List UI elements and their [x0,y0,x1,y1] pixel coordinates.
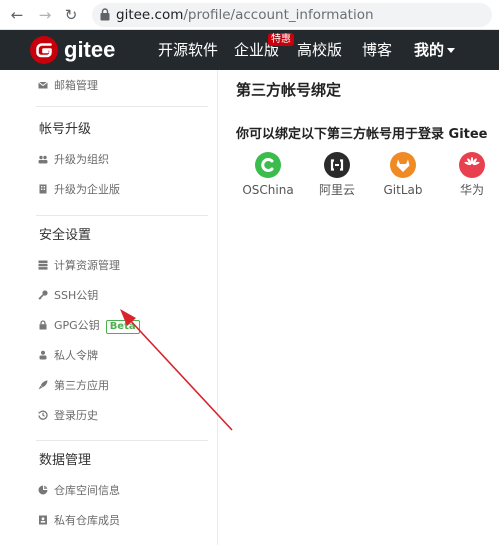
reload-icon[interactable]: ↻ [62,6,80,24]
sidebar-item-label: GPG公钥 [54,319,100,332]
building-icon [39,184,47,194]
url-path: /profile/account_information [183,7,374,23]
divider [36,440,208,441]
sidebar-item-private-token[interactable]: 私人令牌 [38,347,98,365]
sidebar-item-upgrade-org[interactable]: 升级为组织 [38,151,109,169]
url-host: gitee.com [116,7,184,23]
section-heading-data: 数据管理 [39,453,92,468]
sidebar-item-compute-resources[interactable]: 计算资源管理 [38,257,120,275]
sidebar-item-label: 升级为企业版 [54,183,120,196]
bind-description: 你可以绑定以下第三方帐号用于登录 Gitee [236,127,488,142]
envelope-icon [38,81,48,89]
history-icon [38,410,48,420]
provider-aliyun[interactable]: 阿里云 [307,152,367,198]
browser-toolbar: ← → ↻ gitee.com/profile/account_informat… [0,0,499,30]
site-header: gitee 开源软件 企业版 特惠 高校版 博客 我的 [0,30,499,70]
sidebar-item-repo-space[interactable]: 仓库空间信息 [38,482,120,500]
provider-name: OSChina [242,183,294,197]
sidebar-item-label: SSH公钥 [54,289,99,302]
sidebar-item-upgrade-enterprise[interactable]: 升级为企业版 [38,181,120,199]
arrow-left-icon[interactable]: ← [8,6,26,24]
provider-name: 华为 [459,183,484,197]
sidebar-item-label: 升级为组织 [54,153,109,166]
provider-oschina[interactable]: OSChina [238,152,298,198]
settings-sidebar: 邮箱管理 帐号升级 升级为组织 升级为企业版 安全设置 计算资源管理 SSH公钥… [28,70,218,545]
users-icon [38,155,48,164]
sidebar-item-email[interactable]: 邮箱管理 [38,77,98,95]
gitee-logo-icon[interactable] [30,36,58,64]
chevron-down-icon [447,48,456,53]
section-heading-security: 安全设置 [39,228,92,243]
nav-me-menu[interactable]: 我的 [414,40,456,60]
gitlab-icon [390,152,416,178]
sidebar-item-label: 登录历史 [54,409,98,422]
address-bar[interactable]: gitee.com/profile/account_information [92,3,492,27]
sidebar-item-private-repo-members[interactable]: 私有仓库成员 [38,512,120,530]
nav-opensource[interactable]: 开源软件 [158,40,218,60]
divider [36,106,208,107]
nav-blog[interactable]: 博客 [362,40,392,60]
section-heading-upgrade: 帐号升级 [39,122,92,137]
divider [36,215,208,216]
id-card-icon [39,515,47,525]
sidebar-item-ssh-keys[interactable]: SSH公钥 [38,287,98,305]
url-text: gitee.com/profile/account_information [116,6,374,24]
sidebar-item-label: 仓库空间信息 [54,484,120,497]
sidebar-item-third-party-apps[interactable]: 第三方应用 [38,377,109,395]
nav-me-label: 我的 [414,41,445,59]
sidebar-item-label: 私人令牌 [54,349,98,362]
sidebar-item-label: 邮箱管理 [54,79,98,92]
brand-name[interactable]: gitee [64,36,115,64]
lock-icon [100,8,110,21]
beta-badge: Beta [105,320,140,334]
nav-university[interactable]: 高校版 [297,40,342,60]
aliyun-icon [324,152,350,178]
sidebar-item-gpg-keys[interactable]: GPG公钥 Beta [38,317,140,335]
provider-name: GitLab [383,183,423,197]
huawei-icon [459,152,485,178]
pie-chart-icon [38,485,48,495]
sidebar-item-label: 第三方应用 [54,379,109,392]
sidebar-item-login-history[interactable]: 登录历史 [38,407,98,425]
sidebar-item-label: 私有仓库成员 [54,514,120,527]
rocket-icon [38,380,48,390]
key-icon [38,290,48,300]
server-icon [38,260,48,270]
lock-icon [39,320,47,330]
oschina-icon [255,152,281,178]
user-tie-icon [39,350,47,360]
page-title: 第三方帐号绑定 [236,81,342,99]
enterprise-promo-badge: 特惠 [268,33,294,46]
arrow-right-icon[interactable]: → [36,6,54,24]
sidebar-item-label: 计算资源管理 [54,259,120,272]
provider-huawei[interactable]: 华为 [442,152,499,198]
provider-name: 阿里云 [318,183,355,197]
provider-gitlab[interactable]: GitLab [373,152,433,198]
